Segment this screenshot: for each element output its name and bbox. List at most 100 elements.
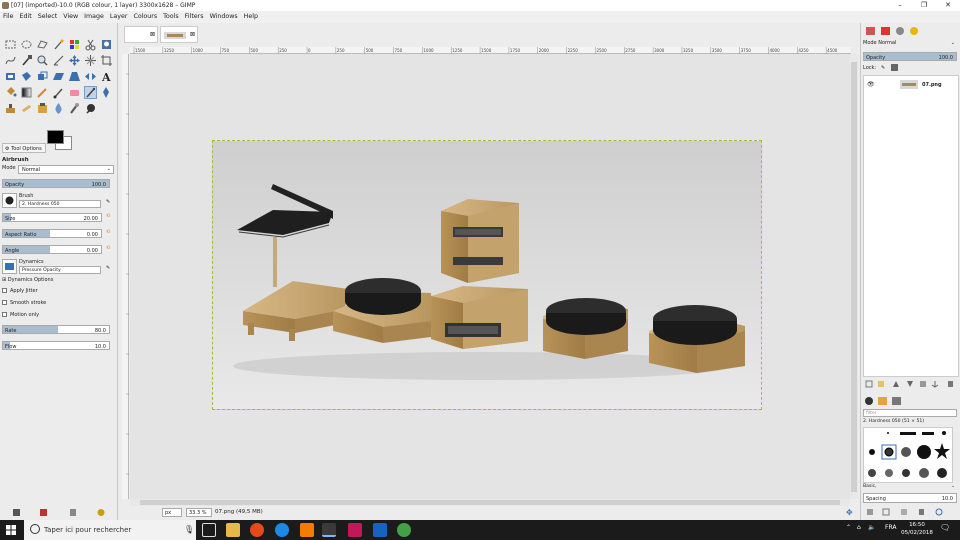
- close-tab-icon[interactable]: ⊠: [150, 31, 155, 38]
- chrome-icon[interactable]: [250, 523, 264, 537]
- navigate-icon[interactable]: ✥: [846, 508, 853, 517]
- menu-view[interactable]: View: [60, 11, 81, 20]
- flip-icon[interactable]: [84, 70, 97, 83]
- text-icon[interactable]: A: [100, 70, 113, 84]
- scissors-icon[interactable]: [84, 38, 97, 51]
- scale-icon[interactable]: [36, 70, 49, 83]
- dynamics-field[interactable]: Pressure Opacity: [19, 266, 101, 274]
- close-tab-icon[interactable]: ⊠: [190, 31, 195, 38]
- menu-tools[interactable]: Tools: [160, 11, 182, 20]
- volume-icon[interactable]: 🔈: [868, 524, 875, 531]
- rate-slider[interactable]: Rate 80.0: [2, 325, 110, 334]
- app-icon-pink[interactable]: [348, 523, 362, 537]
- vertical-scrollbar[interactable]: [850, 54, 858, 499]
- ellipse-select-icon[interactable]: [20, 38, 33, 51]
- measure-icon[interactable]: [52, 54, 65, 67]
- brush-edit-icon[interactable]: ✎: [106, 199, 110, 205]
- dynamics-edit-icon[interactable]: ✎: [106, 265, 110, 271]
- size-slider[interactable]: Size 20.00: [2, 213, 102, 222]
- blur-icon[interactable]: [52, 102, 65, 115]
- image-tab-07[interactable]: ⊠: [160, 26, 198, 43]
- perspective-clone-icon[interactable]: [36, 102, 49, 115]
- foreground-select-icon[interactable]: [100, 38, 113, 51]
- opacity-slider[interactable]: Opacity 100.0: [2, 179, 110, 188]
- ink-icon[interactable]: [100, 86, 113, 99]
- brush-tag-row[interactable]: Basic, ⌄: [863, 484, 959, 492]
- select-by-color-icon[interactable]: [68, 38, 81, 51]
- lock-alpha-icon[interactable]: [891, 64, 898, 71]
- vertical-scroll-thumb[interactable]: [851, 62, 857, 492]
- dynamics-options-row[interactable]: ⊞ Dynamics Options: [2, 277, 114, 286]
- menu-help[interactable]: Help: [241, 11, 261, 20]
- motion-only-checkbox[interactable]: [2, 312, 7, 317]
- layer-opacity-slider[interactable]: Opacity 100.0: [863, 52, 957, 61]
- eye-icon[interactable]: 👁: [867, 81, 875, 88]
- minimize-button[interactable]: –: [888, 0, 912, 11]
- airbrush-icon[interactable]: [84, 86, 97, 99]
- reset-angle-icon[interactable]: ⟲: [106, 245, 110, 251]
- flow-slider[interactable]: Flow 10.0: [2, 341, 110, 350]
- reset-size-icon[interactable]: ⟲: [106, 213, 110, 219]
- image-tab-empty[interactable]: ⊠: [124, 26, 158, 43]
- menu-filters[interactable]: Filters: [182, 11, 207, 20]
- menu-image[interactable]: Image: [81, 11, 107, 20]
- spacing-slider[interactable]: Spacing 10.0: [863, 493, 957, 503]
- edge-icon[interactable]: [275, 523, 289, 537]
- clone-icon[interactable]: [4, 102, 17, 115]
- horizontal-scrollbar[interactable]: [130, 499, 850, 506]
- zoom-icon[interactable]: [36, 54, 49, 67]
- maximize-button[interactable]: ❐: [912, 0, 936, 11]
- chevron-down-icon[interactable]: ⌄: [951, 40, 955, 46]
- layers-list[interactable]: 👁 07.png: [863, 75, 959, 377]
- menu-edit[interactable]: Edit: [17, 11, 35, 20]
- heal-icon[interactable]: [20, 102, 33, 115]
- language-indicator[interactable]: FRA: [885, 524, 896, 531]
- brushes-grid[interactable]: [863, 427, 953, 483]
- smooth-stroke-row[interactable]: Smooth stroke: [2, 300, 114, 309]
- zoom-select[interactable]: 33.3 %: [186, 508, 212, 517]
- tab-tool-options[interactable]: ⚙ Tool Options: [2, 143, 46, 153]
- dynamics-preview[interactable]: [2, 259, 17, 274]
- layer-name[interactable]: 07.png: [922, 82, 942, 88]
- lock-pixels-icon[interactable]: ✎: [881, 65, 885, 71]
- move-icon[interactable]: [68, 54, 81, 67]
- chevron-down-icon[interactable]: ⌄: [951, 484, 955, 489]
- steam-icon[interactable]: [373, 523, 387, 537]
- image-canvas[interactable]: [212, 140, 762, 410]
- menu-select[interactable]: Select: [35, 11, 60, 20]
- smudge-icon[interactable]: [68, 102, 81, 115]
- bucket-fill-icon[interactable]: [4, 86, 17, 99]
- unified-transform-icon[interactable]: [4, 70, 17, 83]
- paintbrush-icon[interactable]: [52, 86, 65, 99]
- brush-field[interactable]: 2. Hardness 050: [19, 200, 101, 208]
- gimp-taskbar-icon[interactable]: [322, 523, 336, 537]
- eraser-icon[interactable]: [68, 86, 81, 99]
- menu-windows[interactable]: Windows: [207, 11, 241, 20]
- canvas-workarea[interactable]: [130, 54, 850, 499]
- color-picker-icon[interactable]: [20, 54, 33, 67]
- horizontal-scroll-thumb[interactable]: [140, 500, 840, 505]
- perspective-icon[interactable]: [68, 70, 81, 83]
- layer-row[interactable]: 👁 07.png: [864, 78, 958, 91]
- task-view-icon[interactable]: [202, 523, 216, 537]
- rect-select-icon[interactable]: [4, 38, 17, 51]
- aspect-ratio-slider[interactable]: Aspect Ratio 0.00: [2, 229, 102, 238]
- apply-jitter-checkbox[interactable]: [2, 288, 7, 293]
- crop-icon[interactable]: [100, 54, 113, 67]
- brush-filter-input[interactable]: filter: [863, 409, 957, 417]
- chrome-alt-icon[interactable]: [397, 523, 411, 537]
- taskbar-search[interactable]: Taper ici pour rechercher 🎙: [24, 520, 196, 540]
- gradient-icon[interactable]: [20, 86, 33, 99]
- microphone-icon[interactable]: 🎙: [184, 525, 194, 534]
- vertical-ruler[interactable]: [122, 54, 129, 499]
- menu-file[interactable]: File: [0, 11, 17, 20]
- clock[interactable]: 16:50 05/02/2018: [898, 521, 936, 537]
- horizontal-ruler[interactable]: 1500 1250 1000 750 500 250 0 250 500 750 1000 1250 1…: [130, 47, 851, 54]
- unit-select[interactable]: px: [162, 508, 182, 517]
- angle-slider[interactable]: Angle 0.00: [2, 245, 102, 254]
- free-select-icon[interactable]: [36, 38, 49, 51]
- fuzzy-select-icon[interactable]: [52, 38, 65, 51]
- file-explorer-icon[interactable]: [226, 523, 240, 537]
- foreground-color-swatch[interactable]: [47, 130, 64, 144]
- shear-icon[interactable]: [52, 70, 65, 83]
